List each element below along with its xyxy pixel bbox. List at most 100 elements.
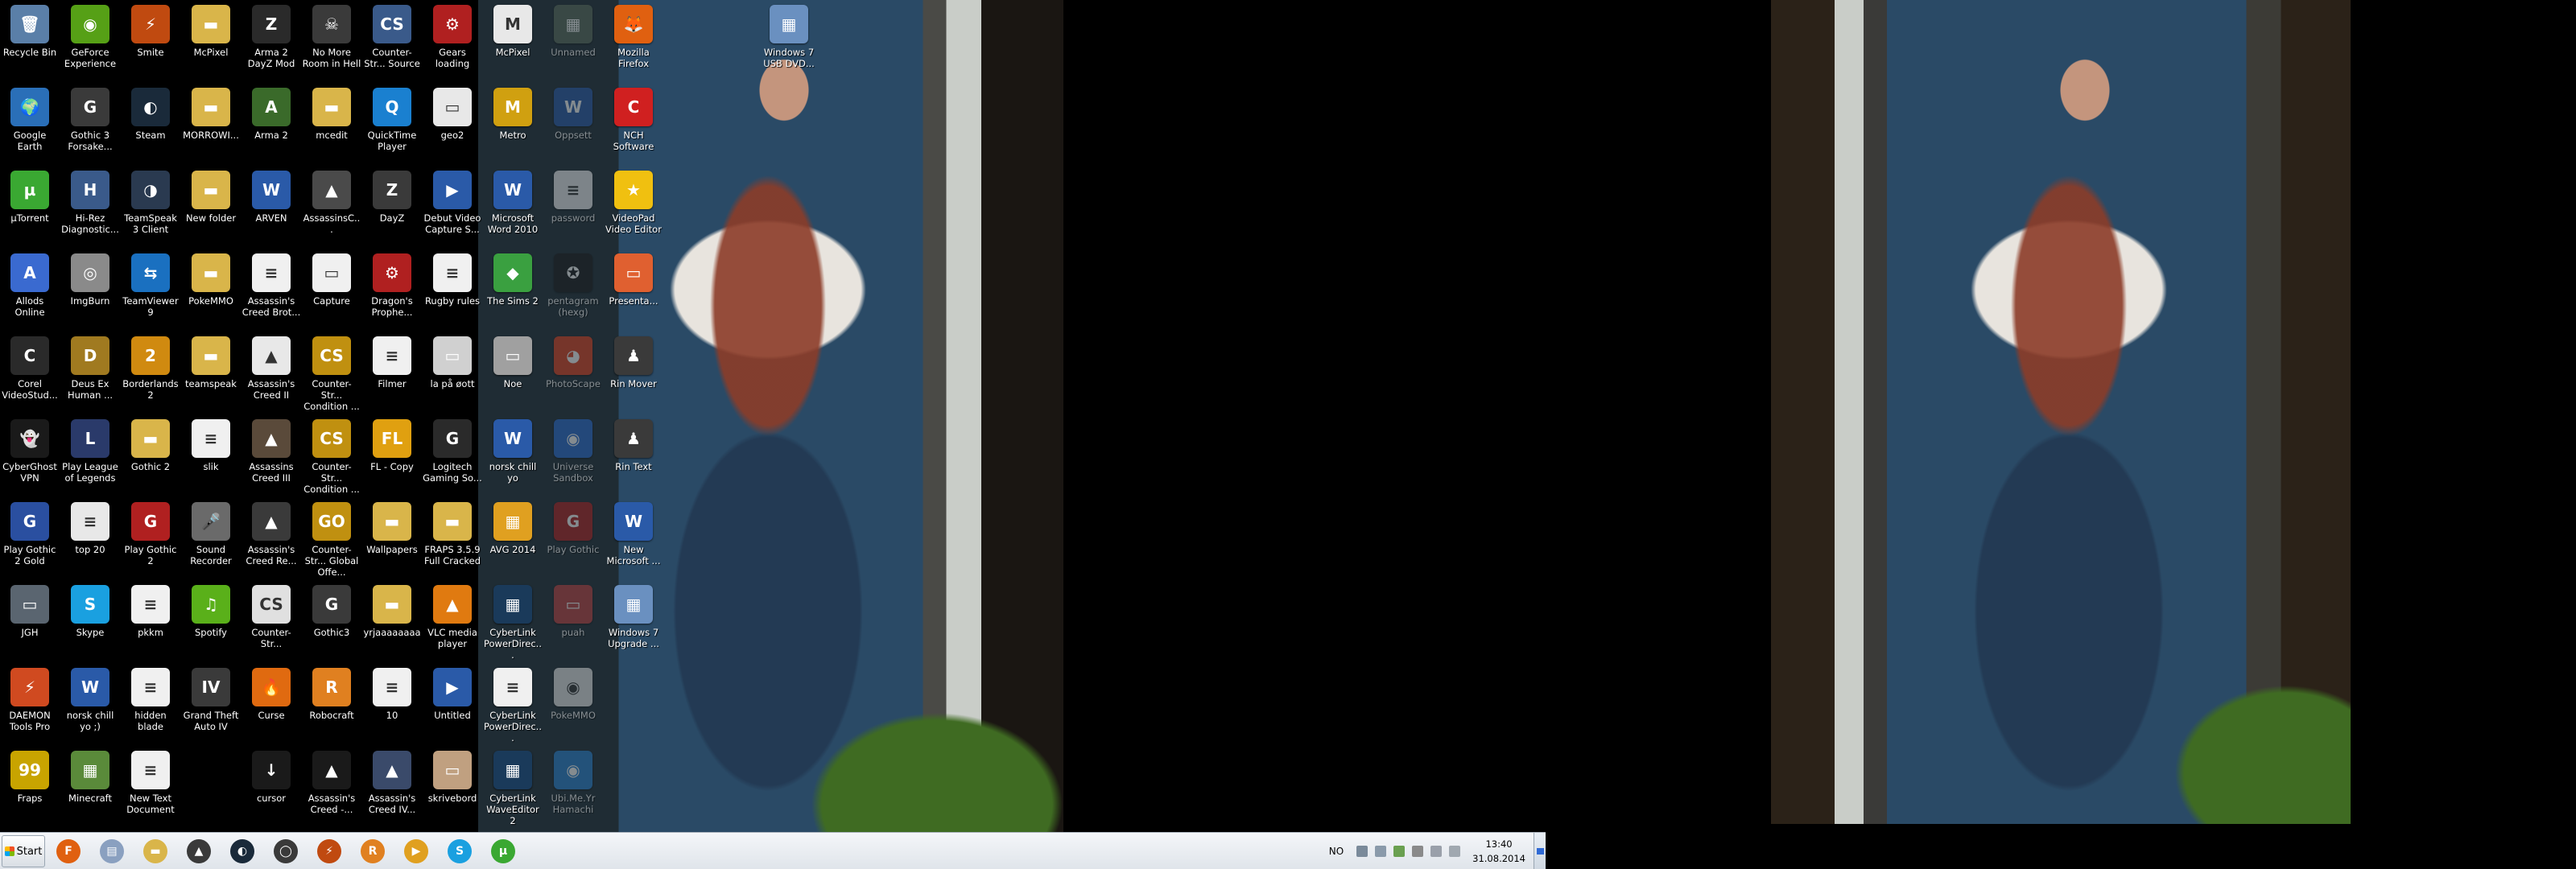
desktop-icon[interactable]: ▦ Minecraft	[60, 746, 120, 829]
taskbar-pin-steam[interactable]: ◐	[222, 835, 262, 867]
volume-icon[interactable]	[1375, 846, 1387, 857]
desktop-icon[interactable]: µ µTorrent	[0, 166, 60, 249]
speaker-icon[interactable]	[1449, 846, 1461, 857]
desktop-icon[interactable]: ⚡ DAEMON Tools Pro	[0, 663, 60, 746]
desktop-icon[interactable]: ▲ Assassin's Creed Re...	[242, 497, 301, 580]
desktop-icon[interactable]: W New Microsoft ...	[604, 497, 663, 580]
desktop-icon[interactable]: ⚙ Dragon's Prophe...	[362, 249, 422, 332]
desktop-icon-windows-7-usb-dvd[interactable]: ▦ Windows 7 USB DVD...	[759, 0, 819, 83]
desktop-icon[interactable]: G Gothic3	[302, 580, 361, 663]
desktop-icon[interactable]: ★ VideoPad Video Editor	[604, 166, 663, 249]
desktop-icon[interactable]: ▬ McPixel	[181, 0, 241, 83]
desktop-icon[interactable]: G Gothic 3 Forsake...	[60, 83, 120, 166]
taskbar-pin-firefox[interactable]: F	[48, 835, 89, 867]
desktop-icon[interactable]: ♟ Rin Text	[604, 414, 663, 497]
desktop-icon[interactable]: ▦ Windows 7 Upgrade ...	[604, 580, 663, 663]
desktop-icon[interactable]: ⇆ TeamViewer 9	[121, 249, 180, 332]
desktop-icon[interactable]: CS Counter-Str...	[242, 580, 301, 663]
taskbar-pin-origin[interactable]: ◯	[266, 835, 306, 867]
desktop-icon[interactable]: ▬ yrjaaaaaaaa	[362, 580, 422, 663]
desktop-icon[interactable]: ◑ TeamSpeak 3 Client	[121, 166, 180, 249]
desktop-icon[interactable]: C Corel VideoStud...	[0, 332, 60, 414]
desktop-icon[interactable]: ⚡ Smite	[121, 0, 180, 83]
start-button[interactable]: Start	[2, 835, 45, 867]
desktop-icon[interactable]: GO Counter-Str... Global Offe...	[302, 497, 361, 580]
desktop-icon[interactable]: ◕ PhotoScape	[543, 332, 603, 414]
desktop-icon[interactable]: ▭ Noe	[483, 332, 543, 414]
desktop-icon[interactable]: M Metro	[483, 83, 543, 166]
desktop-icon[interactable]: 👻 CyberGhost VPN	[0, 414, 60, 497]
desktop-icon[interactable]: ↓ cursor	[242, 746, 301, 829]
desktop-icon[interactable]: 🦊 Mozilla Firefox	[604, 0, 663, 83]
desktop-icon[interactable]: 🗑 Recycle Bin	[0, 0, 60, 83]
desktop-icon[interactable]: CS Counter-Str... Condition ...	[302, 414, 361, 497]
desktop-icon[interactable]: ◐ Steam	[121, 83, 180, 166]
desktop-icon[interactable]: Wnorsk chill yo	[483, 414, 543, 497]
desktop-icon[interactable]: 🌍 Google Earth	[0, 83, 60, 166]
desktop-icon[interactable]: ▦ Unnamed	[543, 0, 603, 83]
desktop-icon[interactable]: Z Arma 2 DayZ Mod	[242, 0, 301, 83]
desktop-icon[interactable]: C NCH Software	[604, 83, 663, 166]
desktop-icon[interactable]: ▲ Assassins Creed III	[242, 414, 301, 497]
desktop-icon[interactable]: ▦ AVG 2014	[483, 497, 543, 580]
desktop-icon[interactable]: ◉ Universe Sandbox	[543, 414, 603, 497]
desktop-icon[interactable]: A Allods Online	[0, 249, 60, 332]
taskbar-pin-smite[interactable]: ⚡	[309, 835, 349, 867]
taskbar-pin-assassins-creed[interactable]: ▲	[179, 835, 219, 867]
taskbar-pin-utorrent[interactable]: µ	[483, 835, 523, 867]
taskbar-pin-skype[interactable]: S	[440, 835, 480, 867]
show-desktop-button[interactable]	[1534, 833, 1546, 869]
desktop-icon[interactable]: ≡ Filmer	[362, 332, 422, 414]
action-center-flag-icon[interactable]	[1430, 846, 1443, 857]
desktop-icon[interactable]: ▭ puah	[543, 580, 603, 663]
desktop-icon[interactable]: G Play Gothic 2 Gold	[0, 497, 60, 580]
desktop-icon[interactable]: CS Counter-Str... Source	[362, 0, 422, 83]
network-icon[interactable]	[1412, 846, 1424, 857]
desktop-icon[interactable]: ▭ JGH	[0, 580, 60, 663]
desktop-icon[interactable]: ≡ slik	[181, 414, 241, 497]
desktop-icon[interactable]: ≡ Assassin's Creed Brot...	[242, 249, 301, 332]
desktop-icon[interactable]: ☠ No More Room in Hell	[302, 0, 361, 83]
desktop-icon[interactable]: G Play Gothic 2	[121, 497, 180, 580]
desktop-icon[interactable]: 99 Fraps	[0, 746, 60, 829]
desktop-icon[interactable]: Wnorsk chill yo ;)	[60, 663, 120, 746]
desktop-icon[interactable]: CS Counter-Str... Condition ...	[302, 332, 361, 414]
desktop-icon[interactable]: ▬ PokeMMO	[181, 249, 241, 332]
desktop-icon[interactable]: ▲ AssassinsC...	[302, 166, 361, 249]
desktop-icon[interactable]: ≡ hidden blade	[121, 663, 180, 746]
desktop-icon[interactable]: ♟ Rin Mover	[604, 332, 663, 414]
desktop-icon[interactable]: ▲ Assassin's Creed II	[242, 332, 301, 414]
desktop-icon[interactable]: W Microsoft Word 2010	[483, 166, 543, 249]
desktop-icon[interactable]: ▲ Assassin's Creed IV...	[362, 746, 422, 829]
desktop-icon[interactable]: ◉ GeForce Experience	[60, 0, 120, 83]
desktop-icon[interactable]: ▬ MORROWI...	[181, 83, 241, 166]
desktop-icon[interactable]: ◎ ImgBurn	[60, 249, 120, 332]
taskbar-pin-windows-explorer[interactable]: ▤	[92, 835, 132, 867]
desktop-icon[interactable]: H Hi-Rez Diagnostic...	[60, 166, 120, 249]
desktop-icon[interactable]: R Robocraft	[302, 663, 361, 746]
desktop-icon[interactable]: ▭ Presenta...	[604, 249, 663, 332]
desktop-icon[interactable]: ≡ CyberLink PowerDirec...	[483, 663, 543, 746]
desktop-icon[interactable]: IV Grand Theft Auto IV	[181, 663, 241, 746]
desktop-icon[interactable]: ▶ Debut Video Capture S...	[423, 166, 482, 249]
desktop-icon[interactable]: G Logitech Gaming So...	[423, 414, 482, 497]
desktop-icon[interactable]: ▭ la på øott	[423, 332, 482, 414]
desktop-icon[interactable]: 2 Borderlands 2	[121, 332, 180, 414]
taskbar-pin-media-player[interactable]: ▶	[396, 835, 436, 867]
desktop-icon[interactable]: ≡ Rugby rules	[423, 249, 482, 332]
desktop-icon[interactable]: S Skype	[60, 580, 120, 663]
desktop-icon[interactable]: ≡ New Text Document	[121, 746, 180, 829]
desktop-icon[interactable]: L Play League of Legends	[60, 414, 120, 497]
desktop-icon[interactable]: ▭ Capture	[302, 249, 361, 332]
desktop-icon[interactable]: ♫ Spotify	[181, 580, 241, 663]
desktop-icon[interactable]: ◆ The Sims 2	[483, 249, 543, 332]
desktop-icon[interactable]: ▬ teamspeak	[181, 332, 241, 414]
desktop-icon[interactable]: ▬ New folder	[181, 166, 241, 249]
desktop-icon[interactable]: ▭ geo2	[423, 83, 482, 166]
desktop-icon[interactable]: FL FL - Copy	[362, 414, 422, 497]
desktop-icon[interactable]: ▦ CyberLink PowerDirec...	[483, 580, 543, 663]
desktop-icon[interactable]: G Play Gothic	[543, 497, 603, 580]
desktop-icon[interactable]: W Oppsett	[543, 83, 603, 166]
desktop-icon[interactable]: ◉ Ubi.Me.Yr Hamachi	[543, 746, 603, 829]
desktop-icon[interactable]: ≡ pkkm	[121, 580, 180, 663]
